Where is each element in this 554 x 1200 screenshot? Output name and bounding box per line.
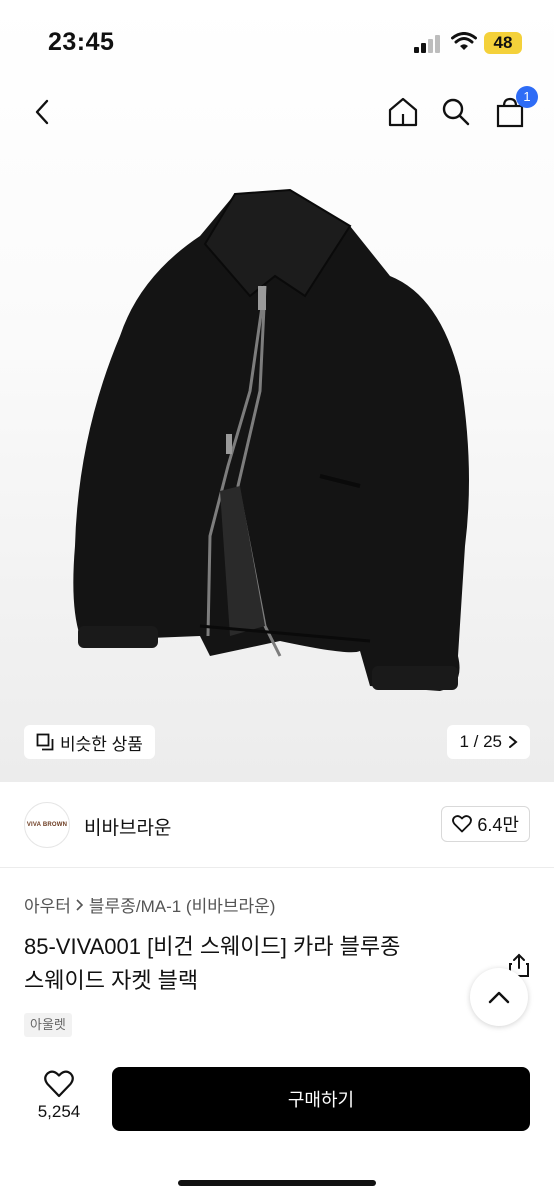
heart-icon [452, 815, 473, 833]
similar-products-button[interactable]: 비슷한 상품 [24, 725, 155, 759]
home-button[interactable] [381, 88, 425, 136]
brand-logo[interactable]: VIVA BROWN [24, 802, 70, 848]
bottom-action-bar: 5,254 구매하기 [0, 1050, 554, 1200]
chevron-left-icon [35, 99, 49, 125]
brand-like-button[interactable]: 6.4만 [441, 806, 530, 842]
wifi-icon [451, 32, 477, 50]
chevron-up-icon [488, 991, 510, 1004]
similar-products-label: 비슷한 상품 [60, 734, 143, 754]
wishlist-button[interactable]: 5,254 [24, 1070, 94, 1134]
brand-like-count: 6.4만 [477, 815, 519, 835]
buy-button[interactable]: 구매하기 [112, 1067, 530, 1131]
image-counter-text: 1 / 25 [459, 732, 502, 751]
search-icon [442, 98, 470, 126]
product-title-line-1: 85-VIVA001 [비건 스웨이드] 카라 블루종 [24, 934, 401, 959]
search-button[interactable] [434, 88, 478, 136]
breadcrumb-subcategory[interactable]: 블루종/MA-1 (비바브라운) [89, 892, 276, 917]
brand-logo-text: VIVA BROWN [26, 822, 68, 828]
copy-icon [36, 733, 54, 751]
product-tag: 아울렛 [24, 1013, 72, 1037]
brand-row[interactable]: VIVA BROWN 비바브라운 6.4만 [0, 782, 554, 868]
product-title: 85-VIVA001 [비건 스웨이드] 카라 블루종 스웨이드 자켓 블랙 [24, 930, 494, 998]
chevron-right-icon [76, 898, 84, 911]
wishlist-count: 5,254 [37, 1102, 81, 1121]
back-button[interactable] [20, 88, 64, 136]
chevron-right-icon [509, 736, 518, 748]
brand-name[interactable]: 비바브라운 [84, 813, 171, 840]
cart-button[interactable]: 1 [488, 86, 538, 136]
cellular-signal-icon [414, 35, 440, 53]
product-title-line-2: 스웨이드 자켓 블랙 [24, 968, 199, 993]
scroll-to-top-button[interactable] [470, 968, 528, 1026]
battery-indicator: 48 [484, 32, 522, 54]
breadcrumb-category[interactable]: 아우터 [24, 892, 71, 917]
product-image [73, 188, 469, 691]
heart-icon [44, 1070, 74, 1098]
breadcrumb: 아우터 블루종/MA-1 (비바브라운) [24, 892, 275, 917]
top-navigation: 1 [0, 86, 554, 136]
home-icon [388, 97, 418, 127]
status-time: 23:45 [48, 28, 115, 56]
home-indicator [178, 1180, 376, 1186]
status-bar: 23:45 48 [0, 0, 554, 88]
image-counter[interactable]: 1 / 25 [447, 725, 530, 759]
cart-count-badge: 1 [516, 86, 538, 108]
